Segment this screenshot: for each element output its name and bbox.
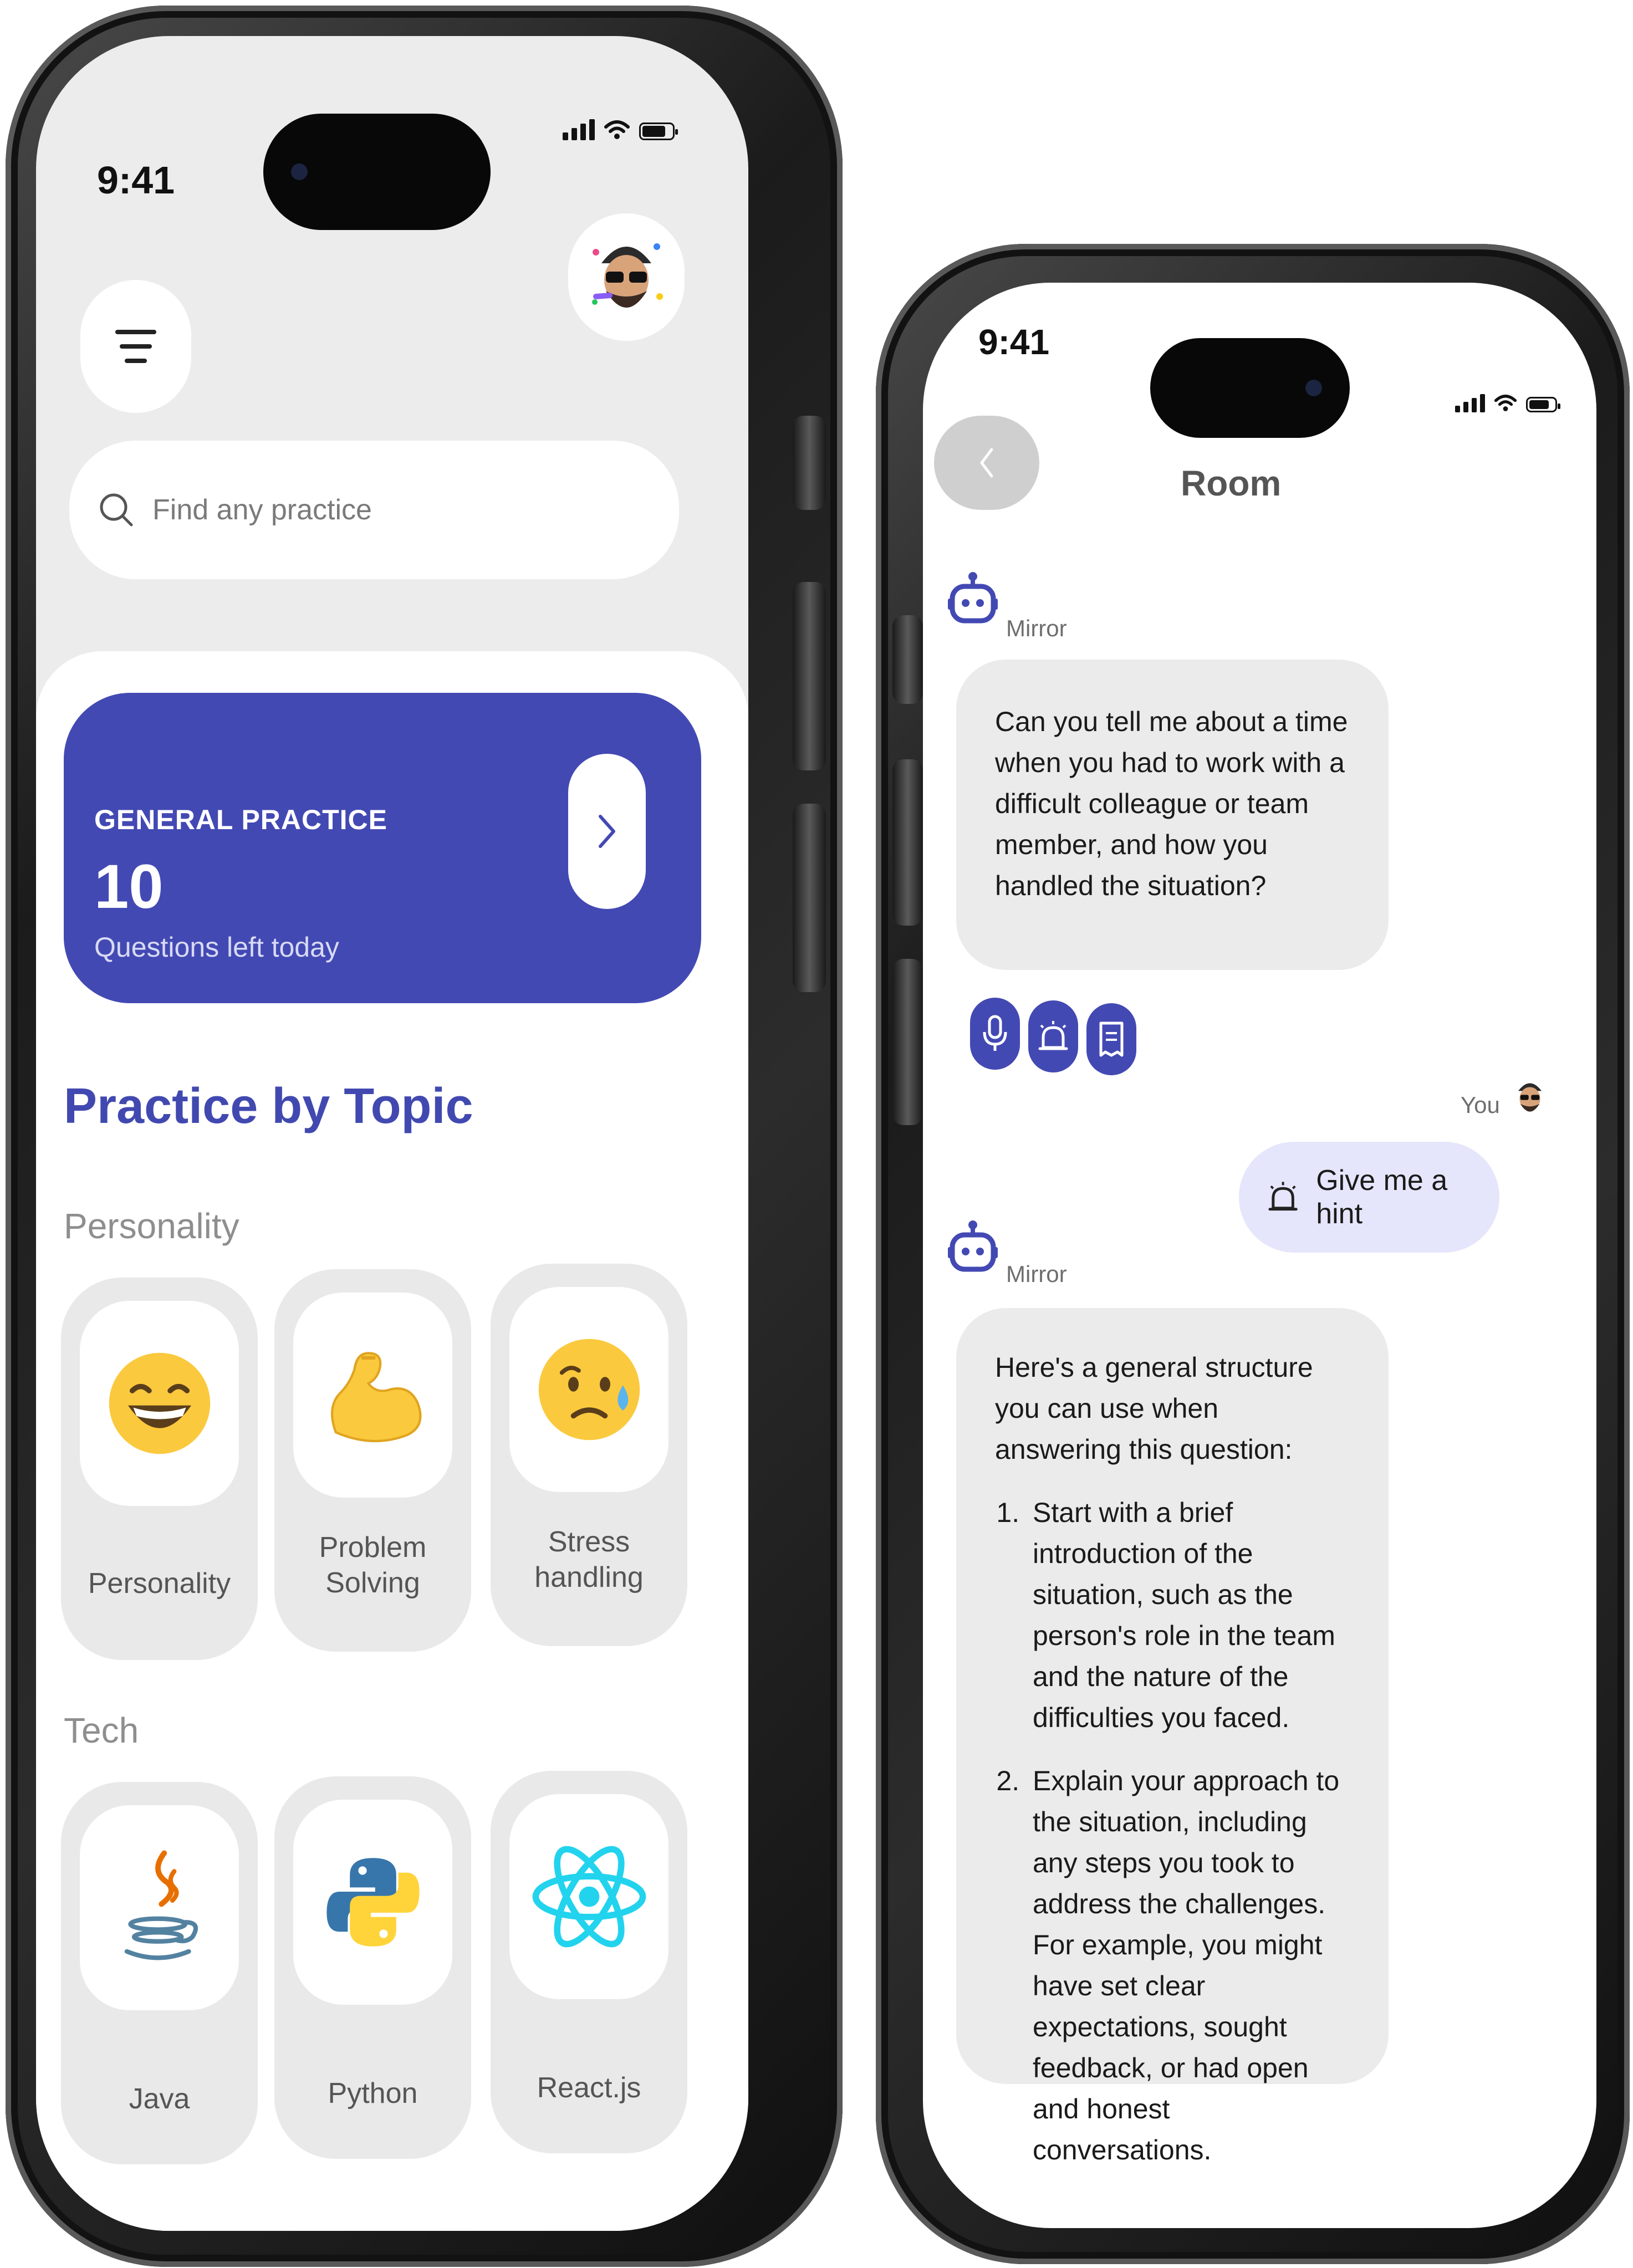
answer-steps-list: Start with a brief introduction of the s… — [995, 1492, 1350, 2170]
status-time: 9:41 — [978, 322, 1050, 362]
microphone-button[interactable] — [970, 998, 1020, 1070]
volume-down-button — [892, 959, 923, 1125]
avatar-icon — [592, 243, 663, 308]
bot-name: Mirror — [1006, 1261, 1067, 1287]
python-logo-icon — [326, 1858, 420, 1947]
volume-down-button — [793, 804, 826, 992]
wifi-icon — [604, 120, 630, 139]
menu-button[interactable] — [80, 280, 191, 413]
bot-name: Mirror — [1006, 615, 1067, 641]
tile-label: Personality — [88, 1567, 231, 1600]
hint-button[interactable] — [1028, 1000, 1078, 1072]
avatar[interactable] — [568, 213, 685, 341]
tile-java[interactable]: Java — [61, 1782, 258, 2164]
battery-icon — [639, 122, 678, 140]
tile-problem-solving[interactable]: Problem Solving — [274, 1269, 471, 1652]
tile-python[interactable]: Python — [274, 1776, 471, 2159]
signal-icon — [563, 119, 595, 140]
user-name: You — [1461, 1092, 1500, 1118]
questions-left-count: 10 — [94, 852, 164, 921]
right-phone: 9:41 Room Mirror Can you tell me about a… — [876, 244, 1630, 2264]
back-button[interactable] — [934, 416, 1039, 510]
tile-personality[interactable]: Personality — [61, 1278, 258, 1660]
java-logo-icon — [124, 1850, 198, 1960]
tile-react[interactable]: React.js — [491, 1771, 687, 2153]
status-time: 9:41 — [97, 159, 175, 202]
answer-step: Explain your approach to the situation, … — [1027, 1760, 1350, 2170]
bot-answer-bubble: Here's a general structure you can use w… — [956, 1308, 1389, 2165]
user-hint-text: Give me a hint — [1316, 1164, 1448, 1230]
tile-stress-handling[interactable]: Stress handling — [491, 1264, 687, 1646]
tile-icon-box — [293, 1293, 452, 1498]
section-title: Practice by Topic — [64, 1079, 473, 1134]
tile-icon-box — [509, 1287, 668, 1492]
status-icons — [563, 119, 678, 140]
robot-icon — [948, 1220, 998, 1272]
group-label-tech: Tech — [64, 1710, 139, 1750]
general-practice-card[interactable]: GENERAL PRACTICE 10 Questions left today — [64, 693, 701, 1003]
alarm-bell-icon — [1268, 1182, 1298, 1211]
tile-icon-box — [80, 1805, 239, 2010]
user-avatar-icon — [1518, 1083, 1542, 1112]
dynamic-island — [1150, 338, 1350, 438]
questions-left-label: Questions left today — [94, 932, 339, 963]
silent-switch — [793, 416, 826, 510]
flexed-biceps-emoji-icon — [330, 1352, 421, 1443]
tile-label: Problem Solving — [319, 1531, 427, 1599]
volume-up-button — [892, 759, 923, 926]
left-phone: 9:41 Find any practice GENERAL PRACTICE … — [6, 6, 843, 2267]
page-title: Room — [1181, 463, 1282, 503]
tile-label: Stress handling — [534, 1526, 644, 1593]
chevron-right-icon — [599, 815, 615, 848]
grinning-face-emoji-icon — [109, 1352, 210, 1454]
search-input[interactable]: Find any practice — [152, 493, 372, 527]
left-screen: 9:41 Find any practice GENERAL PRACTICE … — [36, 36, 748, 2231]
react-logo-icon — [532, 1846, 646, 1948]
general-practice-title: GENERAL PRACTICE — [94, 804, 388, 835]
answer-step: Start with a brief introduction of the s… — [1027, 1492, 1350, 1738]
tile-label: Java — [129, 2083, 190, 2115]
signal-icon — [1455, 394, 1485, 412]
bot-question-bubble: Can you tell me about a time when you ha… — [956, 660, 1389, 970]
group-label-personality: Personality — [64, 1206, 239, 1246]
volume-up-button — [793, 582, 826, 770]
anxious-sweat-face-emoji-icon — [538, 1339, 640, 1441]
answer-intro: Here's a general structure you can use w… — [995, 1352, 1313, 1465]
tile-icon-box — [509, 1794, 668, 1999]
status-icons — [1455, 394, 1560, 412]
user-hint-bubble: Give me a hint — [1239, 1142, 1499, 1253]
chevron-left-icon — [980, 448, 993, 478]
alarm-bell-icon — [1038, 1021, 1068, 1050]
silent-switch — [892, 615, 923, 704]
bot-question-text: Can you tell me about a time when you ha… — [995, 706, 1348, 901]
battery-icon — [1526, 397, 1560, 412]
tile-icon-box — [293, 1800, 452, 2005]
search-icon — [100, 493, 133, 527]
microphone-icon — [983, 1015, 1007, 1051]
notes-icon — [1099, 1021, 1124, 1057]
dynamic-island — [263, 114, 491, 230]
wifi-icon — [1494, 395, 1517, 411]
search-bar[interactable]: Find any practice — [69, 441, 679, 579]
notes-button[interactable] — [1086, 1003, 1136, 1075]
robot-icon — [948, 572, 998, 624]
right-screen: 9:41 Room Mirror Can you tell me about a… — [923, 283, 1596, 2228]
bot-answer-text: Here's a general structure you can use w… — [995, 1347, 1350, 2170]
tile-label: Python — [328, 2077, 418, 2109]
tile-label: React.js — [537, 2072, 641, 2104]
tile-icon-box — [80, 1301, 239, 1506]
general-practice-go-button[interactable] — [568, 754, 646, 909]
